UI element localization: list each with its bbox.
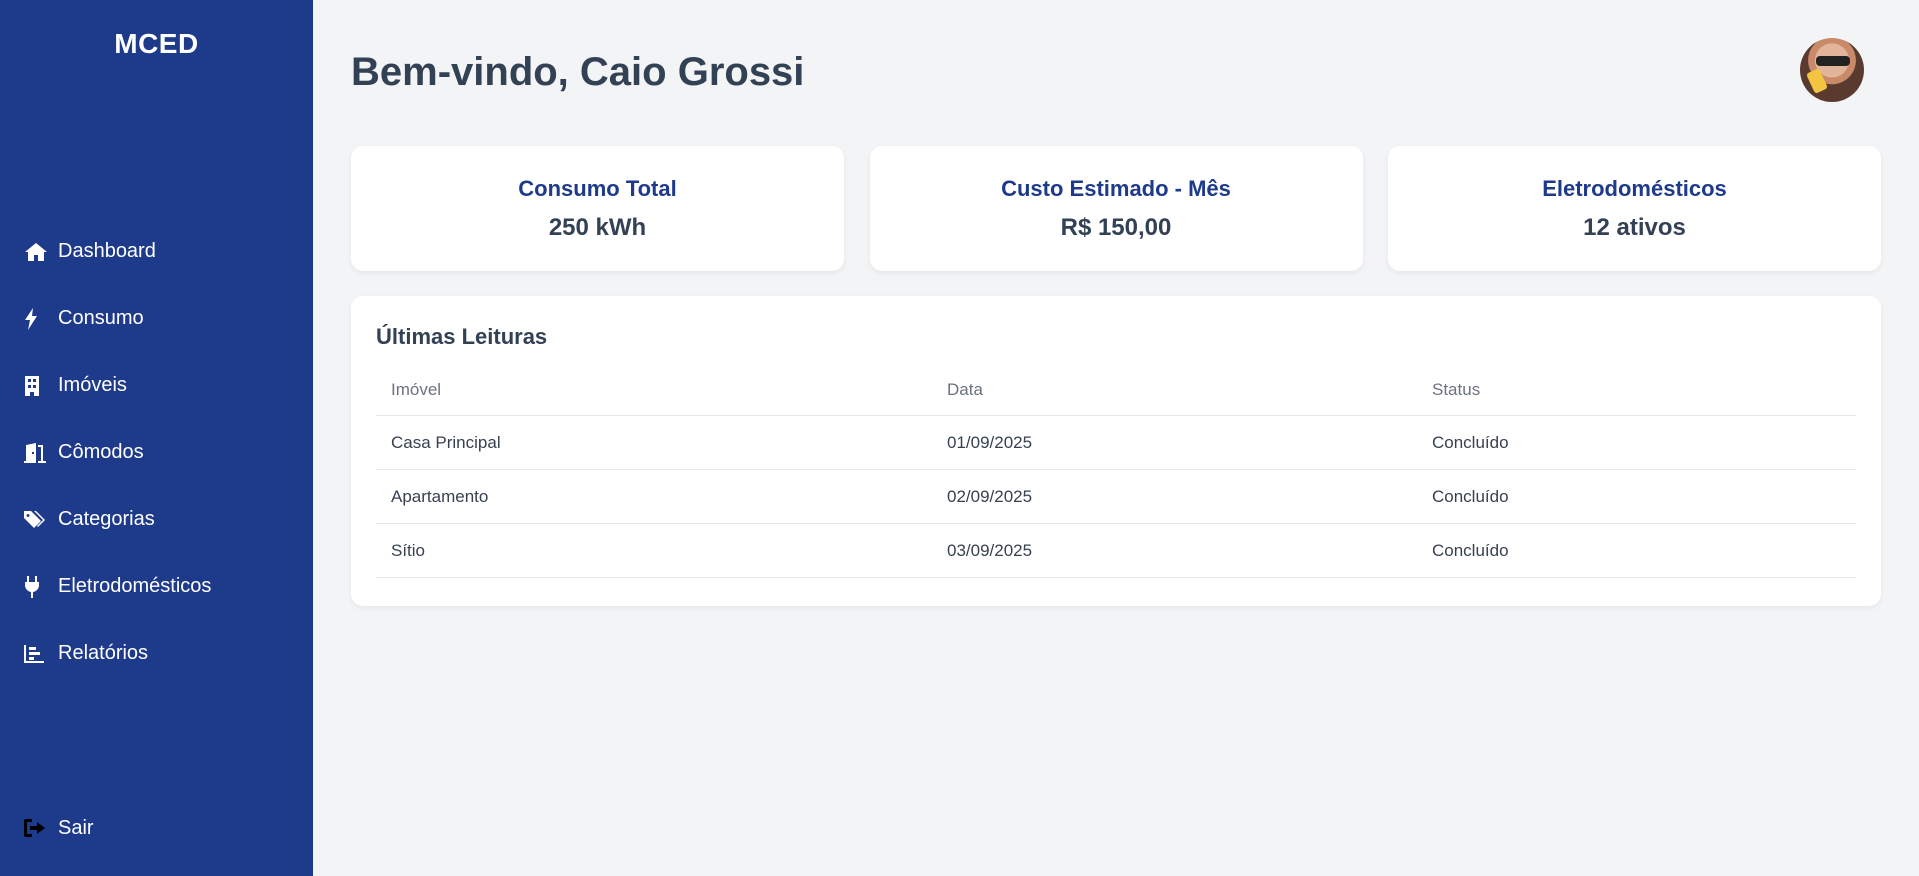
- bolt-icon: [24, 307, 52, 331]
- avatar-sunglasses: [1816, 56, 1850, 66]
- cell-status: Concluído: [1417, 415, 1856, 470]
- sidebar-item-consumo[interactable]: Consumo: [0, 285, 313, 352]
- summary-cards: Consumo Total 250 kWh Custo Estimado - M…: [351, 146, 1881, 271]
- card-consumo-total: Consumo Total 250 kWh: [351, 146, 844, 271]
- sidebar-item-label: Relatórios: [58, 642, 149, 664]
- sidebar-item-label: Imóveis: [58, 374, 127, 396]
- chart-icon: [24, 642, 52, 666]
- door-icon: [24, 441, 52, 465]
- table-row[interactable]: Apartamento 02/09/2025 Concluído: [376, 469, 1856, 524]
- sidebar: MCED Dashboard Consumo Imóveis Cômodos C…: [0, 0, 313, 876]
- logout-icon: [24, 816, 52, 840]
- main-content: Bem-vindo, Caio Grossi Consumo Total 250…: [313, 0, 1919, 876]
- sidebar-item-label: Dashboard: [58, 240, 156, 262]
- logout-button[interactable]: Sair: [0, 800, 313, 856]
- table-row[interactable]: Casa Principal 01/09/2025 Concluído: [376, 415, 1856, 470]
- cell-data: 01/09/2025: [932, 415, 1417, 470]
- cell-data: 03/09/2025: [932, 523, 1417, 578]
- sidebar-item-dashboard[interactable]: Dashboard: [0, 218, 313, 285]
- panel-title: Últimas Leituras: [376, 324, 548, 349]
- avatar[interactable]: [1800, 38, 1864, 102]
- card-title: Consumo Total: [518, 175, 677, 201]
- recent-readings-panel: Últimas Leituras Imóvel Data Status Casa…: [351, 296, 1881, 606]
- cell-status: Concluído: [1417, 469, 1856, 524]
- sidebar-item-label: Eletrodomésticos: [58, 575, 212, 597]
- card-custo-estimado: Custo Estimado - Mês R$ 150,00: [869, 146, 1363, 271]
- card-value: R$ 150,00: [1060, 213, 1172, 241]
- readings-table: Imóvel Data Status Casa Principal 01/09/…: [376, 366, 1856, 578]
- logout-label: Sair: [58, 816, 94, 839]
- sidebar-item-label: Categorias: [58, 508, 155, 530]
- cell-imovel: Casa Principal: [376, 415, 932, 470]
- avatar-drink: [1806, 68, 1828, 94]
- home-icon: [24, 240, 52, 264]
- sidebar-item-comodos[interactable]: Cômodos: [0, 419, 313, 486]
- card-value: 12 ativos: [1583, 213, 1686, 241]
- sidebar-item-label: Consumo: [58, 307, 144, 329]
- sidebar-item-label: Cômodos: [58, 441, 144, 463]
- sidebar-nav: Dashboard Consumo Imóveis Cômodos Catego…: [0, 218, 313, 687]
- cell-imovel: Sítio: [376, 523, 932, 578]
- sidebar-item-categorias[interactable]: Categorias: [0, 486, 313, 553]
- card-value: 250 kWh: [548, 213, 647, 241]
- card-eletrodomesticos: Eletrodomésticos 12 ativos: [1388, 146, 1881, 271]
- tags-icon: [24, 508, 52, 532]
- table-row[interactable]: Sítio 03/09/2025 Concluído: [376, 523, 1856, 578]
- column-header-status: Status: [1417, 366, 1856, 416]
- cell-data: 02/09/2025: [932, 469, 1417, 524]
- building-icon: [24, 374, 52, 398]
- cell-imovel: Apartamento: [376, 469, 932, 524]
- column-header-data: Data: [932, 366, 1417, 416]
- sidebar-item-imoveis[interactable]: Imóveis: [0, 352, 313, 419]
- table-header-row: Imóvel Data Status: [376, 366, 1856, 416]
- sidebar-item-relatorios[interactable]: Relatórios: [0, 620, 313, 687]
- page-title: Bem-vindo, Caio Grossi: [351, 50, 805, 94]
- cell-status: Concluído: [1417, 523, 1856, 578]
- column-header-imovel: Imóvel: [376, 366, 932, 416]
- sidebar-item-eletrodomesticos[interactable]: Eletrodomésticos: [0, 553, 313, 620]
- card-title: Eletrodomésticos: [1542, 175, 1727, 201]
- brand-logo[interactable]: MCED: [0, 28, 313, 60]
- plug-icon: [24, 575, 52, 599]
- card-title: Custo Estimado - Mês: [1001, 175, 1231, 201]
